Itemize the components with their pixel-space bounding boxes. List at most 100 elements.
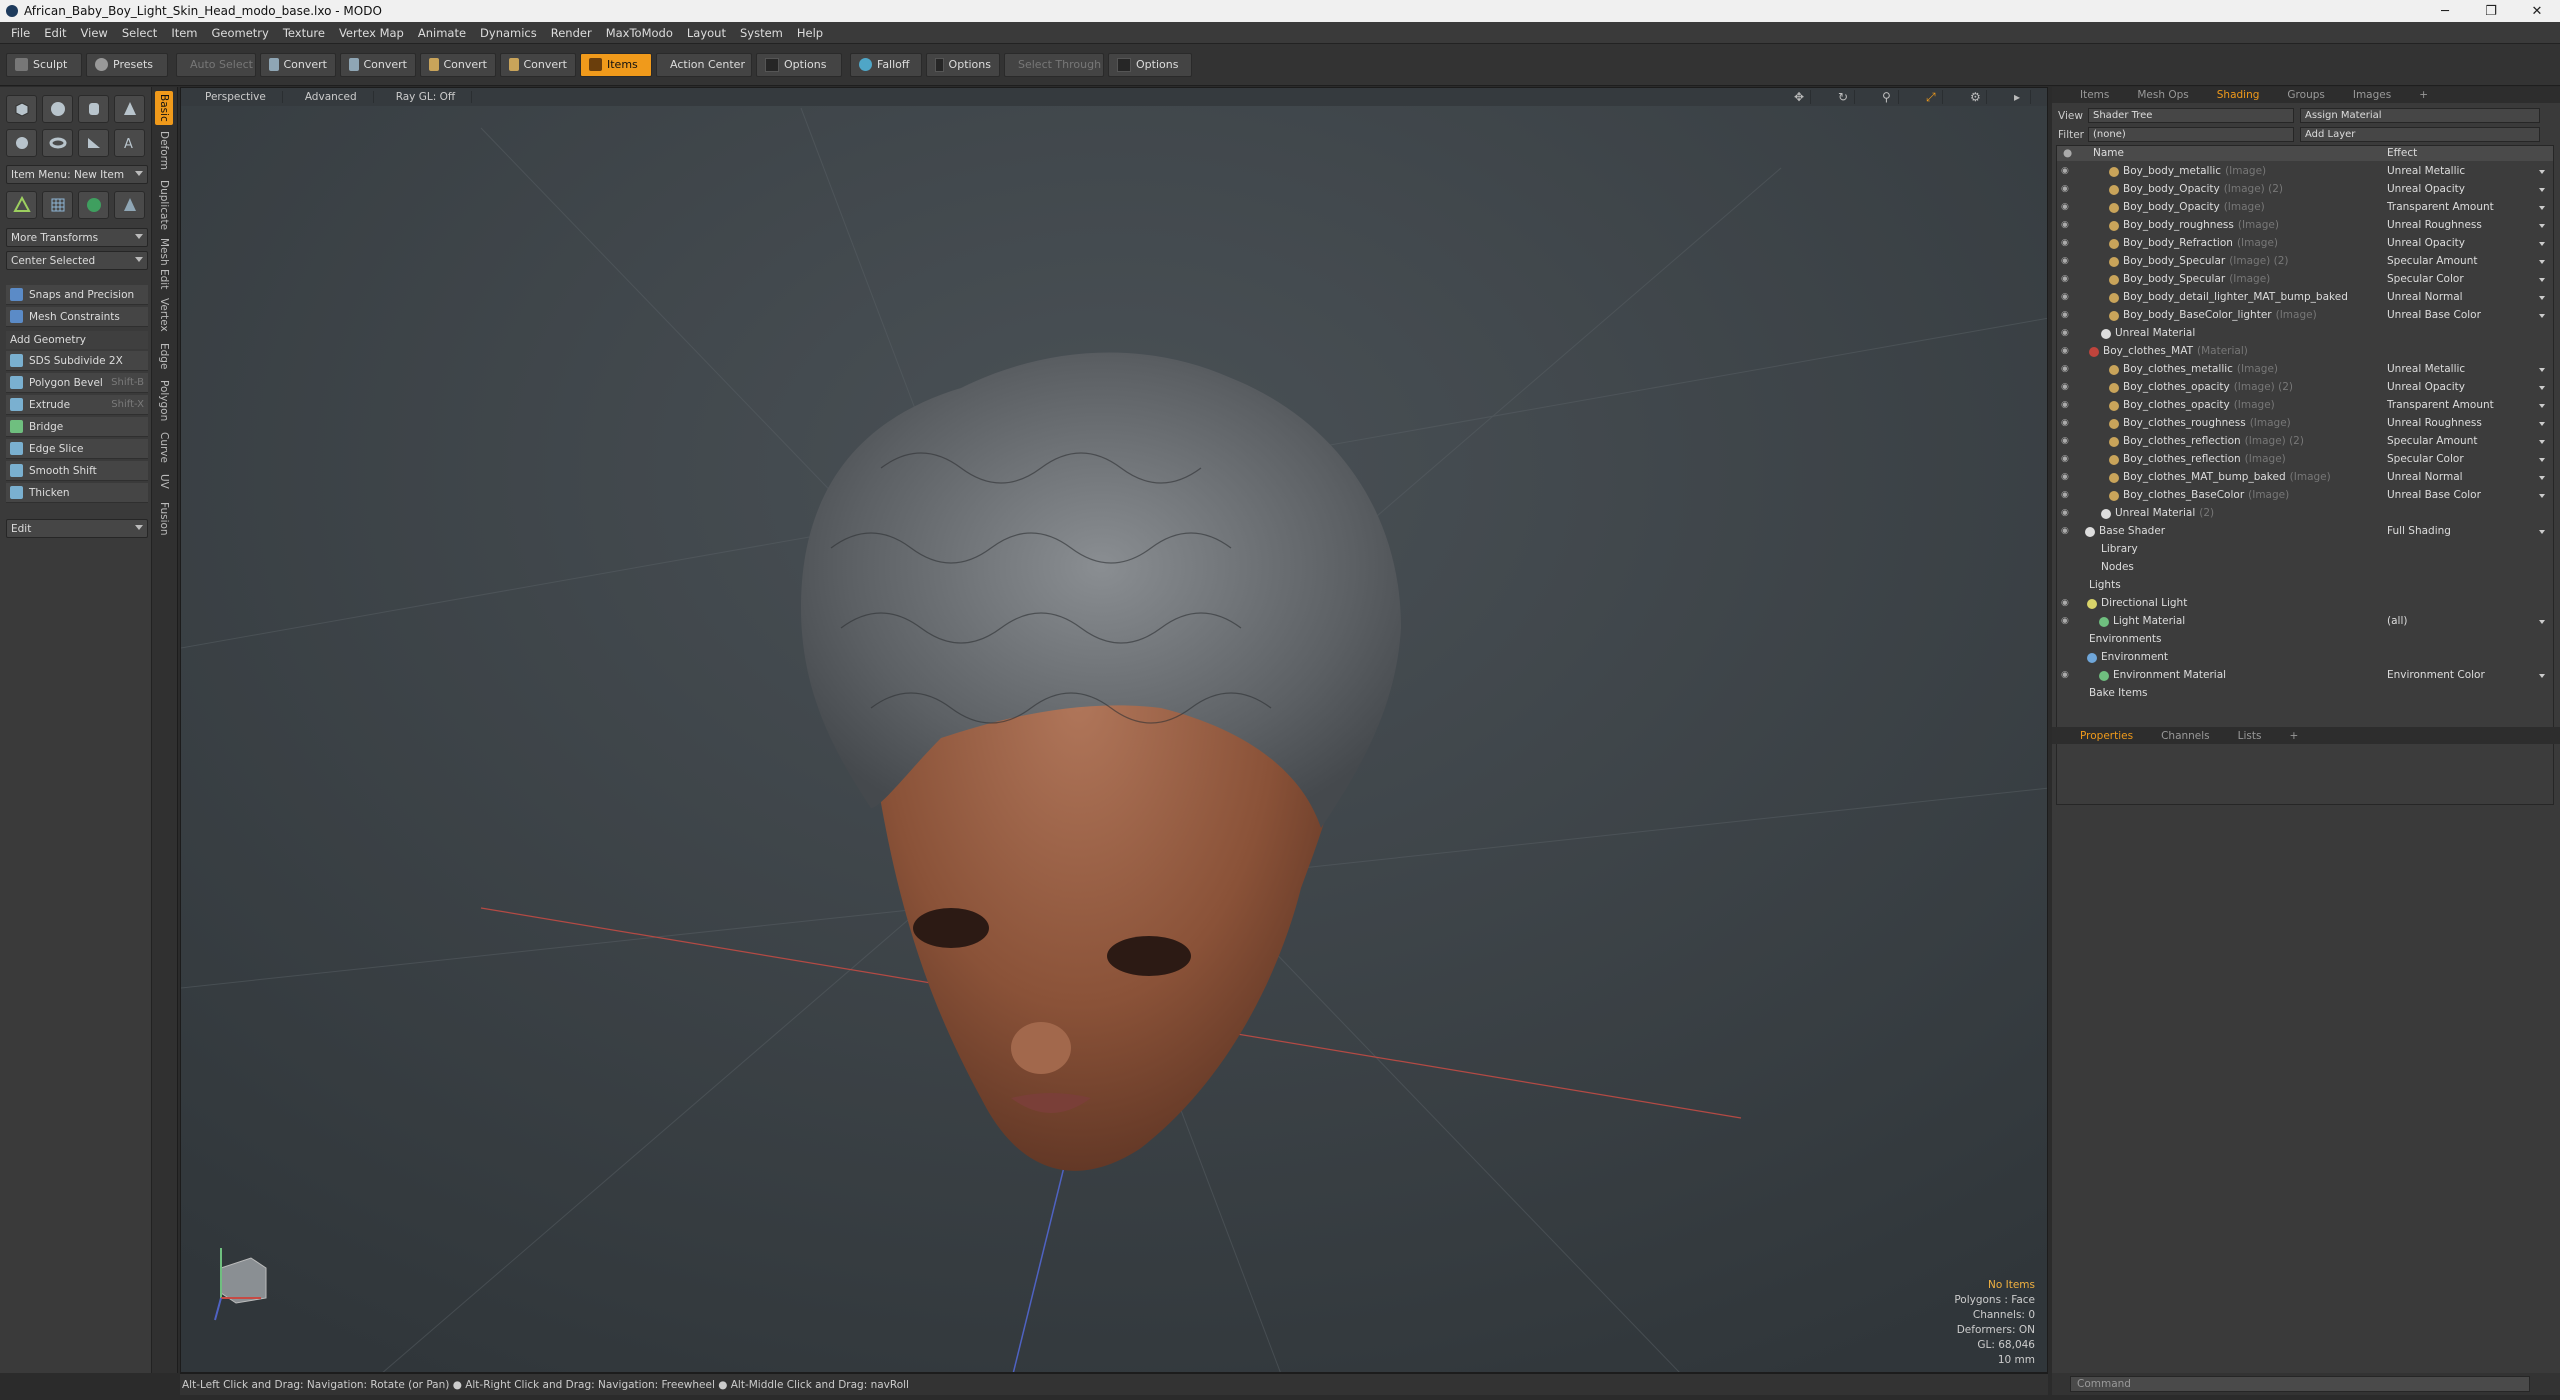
items-mode-button[interactable]: Items <box>580 52 652 77</box>
layer-effect-dropdown[interactable]: (all) <box>2387 615 2547 627</box>
menu-vertex-map[interactable]: Vertex Map <box>332 26 411 40</box>
shader-tree-row[interactable]: ◉ Boy_clothes_metallic (Image) Unreal Metal… <box>2057 361 2553 379</box>
wedge-icon[interactable] <box>78 129 109 157</box>
layer-effect-dropdown[interactable]: Unreal Opacity <box>2387 381 2547 393</box>
capsule-icon[interactable] <box>6 129 37 157</box>
tool-polygon-bevel[interactable]: Polygon Bevel Shift-B <box>6 373 148 393</box>
cylinder-icon[interactable] <box>78 95 109 123</box>
perspective-tab[interactable]: Perspective <box>189 91 283 103</box>
falloff-button[interactable]: Falloff <box>850 52 922 77</box>
text-icon[interactable]: A <box>114 129 145 157</box>
tool-smooth-shift[interactable]: Smooth Shift <box>6 461 148 481</box>
effect-column-header[interactable]: Effect <box>2387 147 2417 159</box>
select-through-options[interactable]: Options <box>1108 52 1192 77</box>
layer-effect-dropdown[interactable]: Transparent Amount <box>2387 399 2547 411</box>
tool-extrude[interactable]: Extrude Shift-X <box>6 395 148 415</box>
layer-effect-dropdown[interactable]: Unreal Opacity <box>2387 183 2547 195</box>
menu-file[interactable]: File <box>4 26 37 40</box>
view-dropdown[interactable]: Shader Tree <box>2088 108 2294 123</box>
layer-effect-dropdown[interactable]: Unreal Normal <box>2387 291 2547 303</box>
convert-edges-button[interactable]: Convert <box>340 52 416 77</box>
layer-effect-dropdown[interactable]: Unreal Roughness <box>2387 417 2547 429</box>
tab-edge[interactable]: Edge <box>155 339 173 373</box>
shader-tree-row[interactable]: ◉ Boy_clothes_roughness (Image) Unreal Roug… <box>2057 415 2553 433</box>
shader-tree-row[interactable]: ◉ Boy_clothes_BaseColor (Image) Unreal Base… <box>2057 487 2553 505</box>
shader-tree-row[interactable]: Bake Items <box>2057 685 2553 703</box>
rotate-view-icon[interactable]: ↻ <box>1822 90 1855 104</box>
convert-polygons-button[interactable]: Convert <box>420 52 496 77</box>
shader-tree-row[interactable]: ◉ Boy_clothes_MAT (Material) <box>2057 343 2553 361</box>
visibility-eye-icon[interactable]: ◉ <box>2061 508 2075 520</box>
menu-system[interactable]: System <box>733 26 790 40</box>
shader-tree-row[interactable]: Library <box>2057 541 2553 559</box>
grid-icon[interactable] <box>42 191 73 219</box>
raygl-tab[interactable]: Ray GL: Off <box>380 91 473 103</box>
visibility-eye-icon[interactable]: ◉ <box>2061 454 2075 466</box>
layer-effect-dropdown[interactable]: Unreal Metallic <box>2387 165 2547 177</box>
layer-effect-dropdown[interactable]: Unreal Base Color <box>2387 309 2547 321</box>
command-input[interactable]: Command <box>2070 1376 2530 1392</box>
shader-tree-row[interactable]: Environment <box>2057 649 2553 667</box>
visibility-eye-icon[interactable]: ◉ <box>2061 202 2075 214</box>
menu-maxtomodo[interactable]: MaxToModo <box>599 26 680 40</box>
tab-groups[interactable]: Groups <box>2273 89 2338 101</box>
snaps-precision-button[interactable]: Snaps and Precision <box>6 285 148 305</box>
shader-tree-row[interactable]: ◉ Boy_body_roughness (Image) Unreal Roughne… <box>2057 217 2553 235</box>
add-properties-tab[interactable]: + <box>2275 730 2312 742</box>
mesh-constraints-button[interactable]: Mesh Constraints <box>6 307 148 327</box>
filter-dropdown[interactable]: (none) <box>2088 127 2294 142</box>
tab-properties[interactable]: Properties <box>2066 730 2147 742</box>
layer-effect-dropdown[interactable]: Unreal Metallic <box>2387 363 2547 375</box>
tab-curve[interactable]: Curve <box>155 429 173 465</box>
center-selected-dropdown[interactable]: Center Selected <box>6 251 148 270</box>
action-center-options[interactable]: Options <box>756 52 842 77</box>
action-center-button[interactable]: Action Center <box>656 52 752 77</box>
tab-deform[interactable]: Deform <box>155 129 173 173</box>
layer-effect-dropdown[interactable]: Unreal Opacity <box>2387 237 2547 249</box>
shader-tree-row[interactable]: ◉ Environment Material Environment Color <box>2057 667 2553 685</box>
tool-sds-subdivide[interactable]: SDS Subdivide 2X <box>6 351 148 371</box>
zoom-icon[interactable]: ⚲ <box>1866 90 1899 104</box>
tab-channels[interactable]: Channels <box>2147 730 2224 742</box>
name-column-header[interactable]: Name <box>2093 147 2124 159</box>
menu-view[interactable]: View <box>74 26 115 40</box>
tab-mesh-edit[interactable]: Mesh Edit <box>155 237 173 291</box>
options-checkbox[interactable] <box>765 57 779 72</box>
visibility-eye-icon[interactable]: ◉ <box>2061 598 2075 610</box>
shader-tree-row[interactable]: ◉ Boy_body_BaseColor_lighter (Image) Unreal… <box>2057 307 2553 325</box>
menu-dynamics[interactable]: Dynamics <box>473 26 544 40</box>
tab-shading[interactable]: Shading <box>2203 89 2274 101</box>
tab-lists[interactable]: Lists <box>2224 730 2276 742</box>
more-transforms-dropdown[interactable]: More Transforms <box>6 228 148 247</box>
shader-tree-row[interactable]: ◉ Boy_clothes_reflection (Image) Specular C… <box>2057 451 2553 469</box>
shader-tree-row[interactable]: ◉ Boy_body_Specular (Image) Specular Color <box>2057 271 2553 289</box>
menu-item[interactable]: Item <box>164 26 204 40</box>
visibility-eye-icon[interactable]: ◉ <box>2061 274 2075 286</box>
shader-tree-row[interactable]: ◉ Boy_body_Opacity (Image) (2) Unreal Opaci… <box>2057 181 2553 199</box>
tab-mesh-ops[interactable]: Mesh Ops <box>2123 89 2202 101</box>
visibility-eye-icon[interactable]: ◉ <box>2061 400 2075 412</box>
shader-tree-row[interactable]: ◉ Boy_body_Opacity (Image) Transparent Amou… <box>2057 199 2553 217</box>
shader-tree-row[interactable]: Nodes <box>2057 559 2553 577</box>
visibility-eye-icon[interactable]: ◉ <box>2061 256 2075 268</box>
visibility-eye-icon[interactable]: ◉ <box>2061 436 2075 448</box>
tool-edge-slice[interactable]: Edge Slice <box>6 439 148 459</box>
layer-effect-dropdown[interactable]: Unreal Normal <box>2387 471 2547 483</box>
shader-tree-row[interactable]: Lights <box>2057 577 2553 595</box>
menu-edit[interactable]: Edit <box>37 26 73 40</box>
tool-bridge[interactable]: Bridge <box>6 417 148 437</box>
move-view-icon[interactable]: ✥ <box>1778 90 1811 104</box>
visibility-eye-icon[interactable]: ◉ <box>2061 418 2075 430</box>
globe-icon[interactable] <box>78 191 109 219</box>
visibility-eye-icon[interactable]: ◉ <box>2061 490 2075 502</box>
layer-effect-dropdown[interactable]: Transparent Amount <box>2387 201 2547 213</box>
visibility-eye-icon[interactable]: ◉ <box>2061 526 2075 538</box>
shader-tree-row[interactable]: ◉ Boy_clothes_opacity (Image) Transparent A… <box>2057 397 2553 415</box>
tab-images[interactable]: Images <box>2339 89 2405 101</box>
fit-icon[interactable]: ⤢ <box>1910 90 1943 104</box>
add-tab-button[interactable]: + <box>2405 89 2442 101</box>
shader-tree-row[interactable]: ◉ Boy_body_Refraction (Image) Unreal Opacit… <box>2057 235 2553 253</box>
sphere-icon[interactable] <box>42 95 73 123</box>
shader-tree-row[interactable]: ◉ Boy_body_Specular (Image) (2) Specular Am… <box>2057 253 2553 271</box>
layer-effect-dropdown[interactable]: Full Shading <box>2387 525 2547 537</box>
